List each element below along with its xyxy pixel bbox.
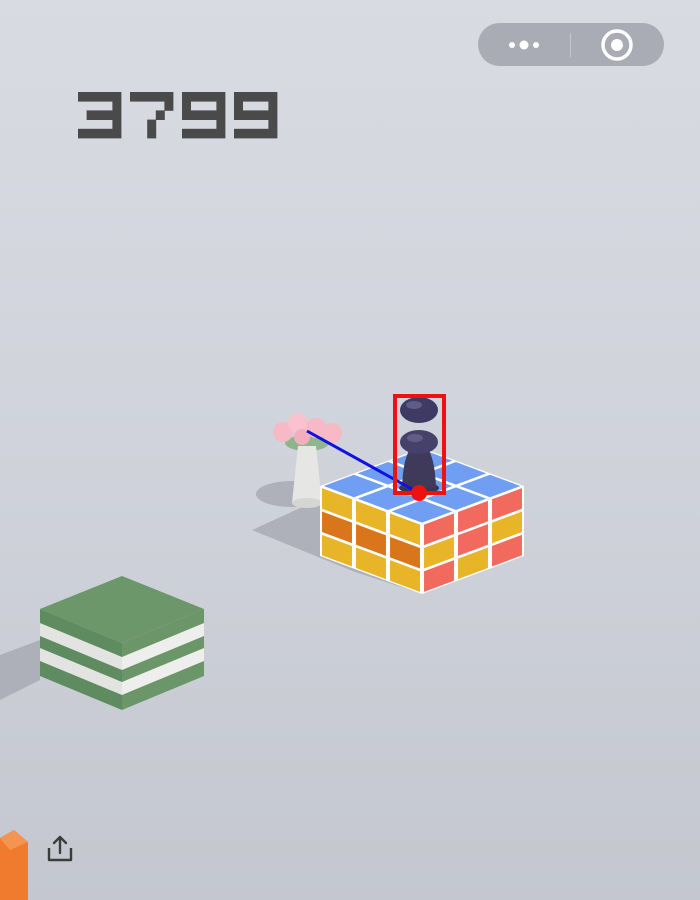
score-digit [234, 92, 278, 139]
score-display: 3799 [78, 92, 278, 139]
target-circle-icon [601, 28, 633, 61]
player-position-marker [411, 485, 427, 501]
mini-program-capsule [478, 23, 664, 66]
player-chess-piece[interactable] [399, 397, 439, 494]
score-digit [78, 92, 122, 139]
score-digit [182, 92, 226, 139]
more-menu-button[interactable] [478, 23, 570, 66]
orange-corner-block [0, 830, 28, 900]
score-digit [130, 92, 174, 139]
green-striped-block [40, 576, 204, 710]
close-program-button[interactable] [571, 23, 663, 66]
share-icon[interactable] [44, 834, 76, 864]
more-dots-icon [509, 40, 539, 49]
